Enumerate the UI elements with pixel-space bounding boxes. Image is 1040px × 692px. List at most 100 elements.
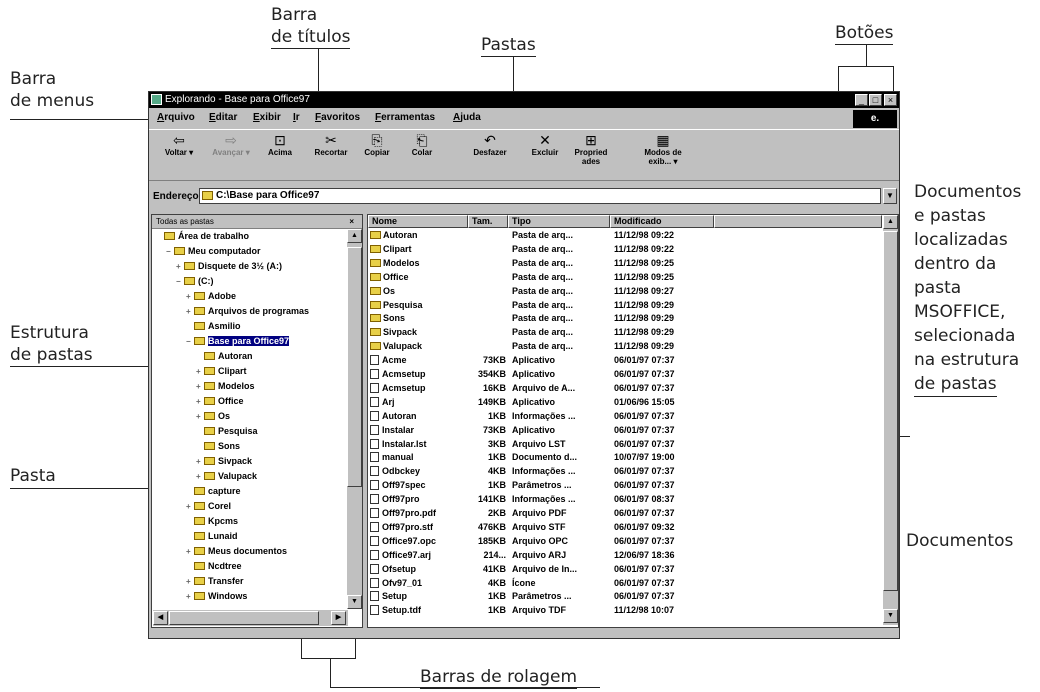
tree-item[interactable]: Pesquisa	[196, 425, 258, 438]
table-row[interactable]: Acme 73KB Aplicativo 06/01/97 07:37	[368, 354, 880, 366]
address-dropdown-button[interactable]: ▼	[883, 188, 897, 204]
scroll-down-button[interactable]: ▼	[883, 609, 898, 623]
tree-item[interactable]: + Office	[196, 395, 244, 408]
table-row[interactable]: Os Pasta de arq... 11/12/98 09:27	[368, 285, 880, 297]
column-tam[interactable]: Tam.	[468, 215, 508, 228]
scroll-up-button[interactable]: ▲	[347, 229, 362, 243]
expand-toggle-icon[interactable]: +	[186, 500, 194, 513]
column-modificado[interactable]: Modificado	[610, 215, 714, 228]
tree-vertical-scrollbar[interactable]: ▲ ▼	[346, 229, 362, 609]
tree-item[interactable]: Lunaid	[186, 530, 238, 543]
tree-item[interactable]: + Transfer	[186, 575, 244, 588]
tree-item[interactable]: + Clipart	[196, 365, 247, 378]
tree-item[interactable]: − Meu computador	[166, 245, 261, 258]
expand-toggle-icon[interactable]: +	[186, 290, 194, 303]
tree-item[interactable]: + Meus documentos	[186, 545, 287, 558]
expand-toggle-icon[interactable]: −	[176, 275, 184, 288]
table-row[interactable]: Arj 149KB Aplicativo 01/06/96 15:05	[368, 396, 880, 408]
tree-item[interactable]: + Disquete de 3½ (A:)	[176, 260, 282, 273]
menu-ajuda[interactable]: Ajuda	[453, 112, 481, 123]
table-row[interactable]: Clipart Pasta de arq... 11/12/98 09:22	[368, 243, 880, 255]
views-button[interactable]: ▦ Modos de exib... ▾	[633, 132, 693, 166]
tree-item[interactable]: Kpcms	[186, 515, 238, 528]
scroll-right-button[interactable]: ▶	[331, 611, 346, 625]
table-row[interactable]: Setup 1KB Parâmetros ... 06/01/97 07:37	[368, 590, 880, 602]
table-row[interactable]: Autoran 1KB Informações ... 06/01/97 07:37	[368, 410, 880, 422]
expand-toggle-icon[interactable]: +	[196, 365, 204, 378]
table-row[interactable]: Valupack Pasta de arq... 11/12/98 09:29	[368, 340, 880, 352]
minimize-button[interactable]: _	[855, 94, 868, 106]
tree-item[interactable]: + Sivpack	[196, 455, 252, 468]
expand-toggle-icon[interactable]: +	[196, 410, 204, 423]
delete-button[interactable]: ✕ Excluir	[527, 132, 563, 157]
expand-toggle-icon[interactable]: +	[196, 380, 204, 393]
table-row[interactable]: Off97pro.pdf 2KB Arquivo PDF 06/01/97 07:37	[368, 507, 880, 519]
scroll-left-button[interactable]: ◀	[153, 611, 168, 625]
tree-item[interactable]: Asmilio	[186, 320, 241, 333]
tree-item[interactable]: + Windows	[186, 590, 247, 603]
cut-button[interactable]: ✂ Recortar	[309, 132, 353, 157]
undo-button[interactable]: ↶ Desfazer	[467, 132, 513, 157]
copy-button[interactable]: ⎘ Copiar	[357, 132, 397, 157]
properties-button[interactable]: ⊞ Propried ades	[569, 132, 613, 166]
close-button[interactable]: ×	[884, 94, 897, 106]
menu-exibir[interactable]: Exibir	[253, 112, 281, 123]
table-row[interactable]: Setup.tdf 1KB Arquivo TDF 11/12/98 10:07	[368, 604, 880, 616]
table-row[interactable]: Sons Pasta de arq... 11/12/98 09:29	[368, 312, 880, 324]
tree-item[interactable]: − Base para Office97	[186, 335, 290, 348]
scroll-down-button[interactable]: ▼	[347, 595, 362, 609]
expand-toggle-icon[interactable]: +	[196, 455, 204, 468]
tree-item[interactable]: + Os	[196, 410, 230, 423]
table-row[interactable]: Instalar 73KB Aplicativo 06/01/97 07:37	[368, 424, 880, 436]
table-row[interactable]: Off97spec 1KB Parâmetros ... 06/01/97 07:37	[368, 479, 880, 491]
explorer-icon[interactable]	[151, 94, 162, 105]
tree-item[interactable]: − (C:)	[176, 275, 214, 288]
table-row[interactable]: Ofv97_01 4KB Ícone 06/01/97 07:37	[368, 577, 880, 589]
table-row[interactable]: Sivpack Pasta de arq... 11/12/98 09:29	[368, 326, 880, 338]
back-button[interactable]: ⇦ Voltar ▾	[157, 132, 201, 157]
expand-toggle-icon[interactable]: +	[196, 470, 204, 483]
expand-toggle-icon[interactable]: −	[186, 335, 194, 348]
table-row[interactable]: Pesquisa Pasta de arq... 11/12/98 09:29	[368, 299, 880, 311]
expand-toggle-icon[interactable]: +	[196, 395, 204, 408]
menu-favoritos[interactable]: Favoritos	[315, 112, 360, 123]
expand-toggle-icon[interactable]: +	[186, 305, 194, 318]
scroll-up-button[interactable]: ▲	[883, 215, 898, 229]
table-row[interactable]: Odbckey 4KB Informações ... 06/01/97 07:37	[368, 465, 880, 477]
table-row[interactable]: Autoran Pasta de arq... 11/12/98 09:22	[368, 229, 880, 241]
tree-close-button[interactable]: ×	[349, 215, 354, 228]
table-row[interactable]: Ofsetup 41KB Arquivo de In... 06/01/97 07:3…	[368, 563, 880, 575]
expand-toggle-icon[interactable]: +	[186, 575, 194, 588]
tree-item[interactable]: Área de trabalho	[156, 230, 249, 243]
scroll-thumb-horizontal[interactable]	[169, 611, 319, 625]
table-row[interactable]: Office Pasta de arq... 11/12/98 09:25	[368, 271, 880, 283]
tree-item[interactable]: + Modelos	[196, 380, 255, 393]
table-row[interactable]: Modelos Pasta de arq... 11/12/98 09:25	[368, 257, 880, 269]
file-list-vertical-scrollbar[interactable]: ▲ ▼	[882, 215, 898, 625]
address-input[interactable]: C:\Base para Office97	[199, 188, 881, 204]
menu-editar[interactable]: Editar	[209, 112, 237, 123]
column-tipo[interactable]: Tipo	[508, 215, 610, 228]
maximize-button[interactable]: □	[869, 94, 882, 106]
forward-button[interactable]: ⇨ Avançar ▾	[209, 132, 253, 157]
tree-item[interactable]: + Arquivos de programas	[186, 305, 309, 318]
menu-arquivo[interactable]: Arquivo	[157, 112, 195, 123]
table-row[interactable]: Off97pro.stf 476KB Arquivo STF 06/01/97 09:…	[368, 521, 880, 533]
scroll-thumb[interactable]	[883, 231, 898, 591]
up-button[interactable]: ⊡ Acima	[263, 132, 297, 157]
table-row[interactable]: Acmsetup 354KB Aplicativo 06/01/97 07:37	[368, 368, 880, 380]
table-row[interactable]: Acmsetup 16KB Arquivo de A... 06/01/97 07:3…	[368, 382, 880, 394]
paste-button[interactable]: ⎗ Colar	[403, 132, 441, 157]
expand-toggle-icon[interactable]: −	[166, 245, 174, 258]
tree-item[interactable]: + Corel	[186, 500, 231, 513]
expand-toggle-icon[interactable]: +	[186, 590, 194, 603]
table-row[interactable]: Instalar.lst 3KB Arquivo LST 06/01/97 07:37	[368, 438, 880, 450]
tree-item[interactable]: + Adobe	[186, 290, 236, 303]
scroll-thumb[interactable]	[347, 247, 362, 487]
tree-horizontal-scrollbar[interactable]: ◀ ▶	[152, 609, 348, 626]
table-row[interactable]: Office97.arj 214... Arquivo ARJ 12/06/97 18…	[368, 549, 880, 561]
title-bar[interactable]: Explorando - Base para Office97 _ □ ×	[149, 92, 899, 108]
tree-item[interactable]: Autoran	[196, 350, 253, 363]
column-nome[interactable]: Nome	[368, 215, 468, 228]
expand-toggle-icon[interactable]: +	[176, 260, 184, 273]
